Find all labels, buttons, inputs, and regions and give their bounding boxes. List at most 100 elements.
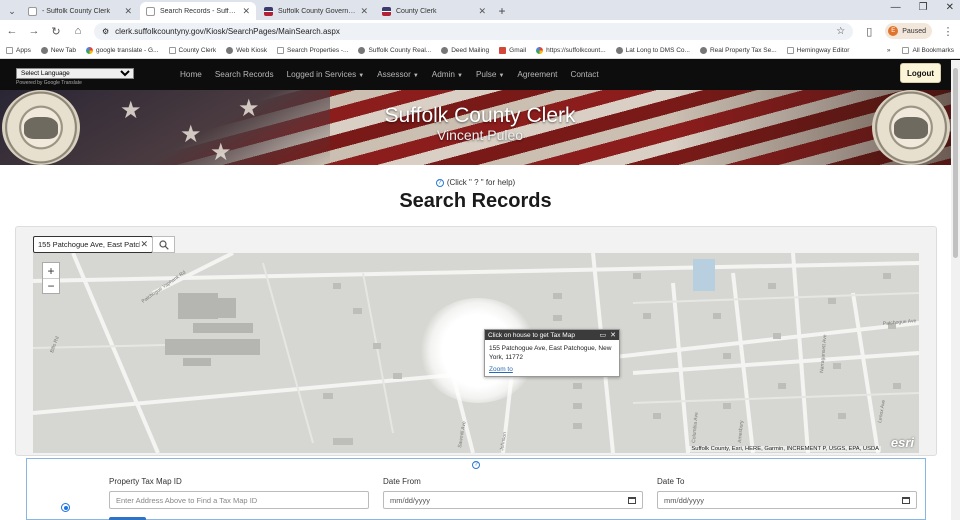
street-label: Sawmill Ave [457,421,468,449]
address-bar[interactable]: ⚙ clerk.suffolkcountyny.gov/Kiosk/Search… [94,22,854,40]
maximize-icon[interactable]: ▭ [600,331,607,339]
street-label: Amesbury [737,420,745,443]
zoom-in-button[interactable]: + [43,263,59,278]
bookmark-item[interactable]: https://suffolkcount... [536,46,606,54]
zoom-out-button[interactable]: − [43,278,59,293]
tax-map-radio[interactable] [61,503,70,512]
date-from-input[interactable]: mm/dd/yyyy [383,491,643,509]
bookmark-apps[interactable]: Apps [6,46,31,54]
nav-admin[interactable]: Admin ▼ [432,70,463,79]
close-popup-icon[interactable]: ✕ [610,331,616,339]
map-zoom-control: + − [42,262,60,294]
nav-home[interactable]: Home [180,70,202,79]
address-search-input[interactable]: 155 Patchogue Ave, East Patch ✕ [33,236,153,253]
popup-title: Click on house to get Tax Map [488,331,575,339]
esri-logo: esri [890,435,914,450]
nav-pulse[interactable]: Pulse ▼ [476,70,504,79]
minimize-icon[interactable]: — [891,2,901,13]
tax-map[interactable]: Patchogue Yaphank Rd Bills Rd Patchogue … [33,253,919,453]
window-controls: — ❐ ✕ [891,2,954,13]
nav-logged-in-services[interactable]: Logged in Services ▼ [287,70,365,79]
calendar-icon[interactable] [902,496,910,504]
scrollbar-thumb[interactable] [953,68,958,258]
back-icon[interactable]: ← [6,25,18,37]
restore-icon[interactable]: ❐ [919,2,928,13]
help-icon[interactable]: ? [435,178,444,187]
site-info-icon[interactable]: ⚙ [102,27,109,36]
clear-icon[interactable]: ✕ [140,239,148,250]
zoom-to-link[interactable]: Zoom to [485,362,619,373]
close-tab-icon[interactable]: ✕ [478,6,486,17]
nav-assessor[interactable]: Assessor ▼ [377,70,419,79]
bookmark-item[interactable]: Gmail [499,46,526,54]
globe-icon [40,46,48,54]
nav-contact[interactable]: Contact [570,70,598,79]
help-icon[interactable]: ? [472,461,480,469]
bookmark-item[interactable]: Search Properties -... [277,46,348,54]
bookmark-item[interactable]: Lat Long to DMS Co... [615,46,690,54]
nav-agreement[interactable]: Agreement [517,70,557,79]
help-hint: ? (Click " ? " for help) [0,178,951,187]
gmail-icon [499,46,507,54]
menu-icon[interactable]: ⋮ [942,25,954,38]
browser-tab-active[interactable]: Search Records - Suffolk County ✕ [140,2,256,20]
google-icon [536,46,544,54]
language-select[interactable]: Select Language [16,68,134,79]
us-flag-icon [382,6,391,16]
calendar-icon[interactable] [628,496,636,504]
bookmark-item[interactable]: Suffolk County Real... [358,46,431,54]
date-to-value: mm/dd/yyyy [664,495,705,505]
tab-search-icon[interactable]: ⌄ [4,2,20,20]
page-scrollbar[interactable] [951,60,960,520]
close-window-icon[interactable]: ✕ [946,2,954,13]
popup-header: Click on house to get Tax Map ▭ ✕ [485,330,619,340]
street-label: Narragansett Ave [819,334,828,373]
globe-icon [699,46,707,54]
close-tab-icon[interactable]: ✕ [124,6,132,17]
tax-map-input[interactable]: Enter Address Above to Find a Tax Map ID [109,491,369,509]
apps-grid-icon [6,46,13,54]
bookmark-item[interactable]: Deed Mailing [441,46,489,54]
globe-icon [615,46,623,54]
browser-tab[interactable]: County Clerk ✕ [376,2,492,20]
bookmark-item[interactable]: Real Property Tax Se... [699,46,777,54]
browser-tab[interactable]: Suffolk County Government > ... ✕ [258,2,374,20]
close-tab-icon[interactable]: ✕ [242,6,250,17]
globe-icon [226,46,234,54]
banner-title: Suffolk County Clerk [384,104,576,127]
tab-title: - Suffolk County Clerk [42,7,110,15]
bookmark-item[interactable]: google translate - G... [86,46,159,54]
google-icon [86,46,93,54]
browser-tab[interactable]: - Suffolk County Clerk ✕ [22,2,138,20]
reload-icon[interactable]: ↻ [50,25,62,38]
tab-title: Suffolk County Government > ... [278,7,356,15]
close-tab-icon[interactable]: ✕ [360,6,368,17]
caret-down-icon: ▼ [498,73,505,79]
date-from-label: Date From [383,477,421,486]
caret-down-icon: ▼ [412,73,419,79]
side-panel-icon[interactable]: ▯ [863,25,875,38]
bookmark-item[interactable]: Web Kiosk [226,46,267,54]
street-label: Lenox Ave [877,399,887,423]
site-navbar: Select Language Powered by Google Transl… [0,59,960,90]
profile-button[interactable]: E Paused [885,23,932,39]
logout-button[interactable]: Logout [900,63,941,83]
browser-toolbar: ← → ↻ ⌂ ⚙ clerk.suffolkcountyny.gov/Kios… [0,20,960,42]
bookmark-item[interactable]: County Clerk [168,46,216,54]
nav-search-records[interactable]: Search Records [215,70,274,79]
bookmarks-bar: Apps New Tab google translate - G... Cou… [0,42,960,59]
bookmark-item[interactable]: New Tab [40,46,76,54]
bookmark-item[interactable]: Hemingway Editor [786,46,849,54]
bookmark-star-icon[interactable]: ☆ [836,26,845,37]
forward-icon[interactable]: → [28,25,40,37]
search-button[interactable] [152,236,175,253]
all-bookmarks[interactable]: All Bookmarks [902,46,954,54]
caret-down-icon: ▼ [457,73,463,79]
date-to-label: Date To [657,477,685,486]
new-tab-icon[interactable]: + [494,2,510,20]
map-popup: Click on house to get Tax Map ▭ ✕ 155 Pa… [484,329,620,377]
more-bookmarks-icon[interactable]: » [887,47,891,54]
home-icon[interactable]: ⌂ [72,25,84,37]
hemingway-icon [786,46,794,54]
date-to-input[interactable]: mm/dd/yyyy [657,491,917,509]
